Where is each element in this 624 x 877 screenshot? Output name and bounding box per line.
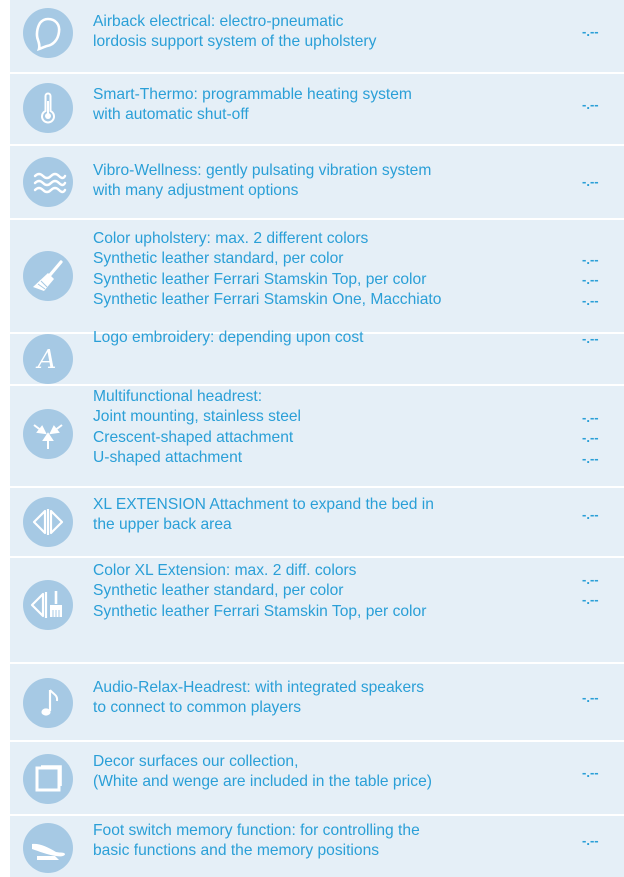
item-line: Decor surfaces our collection, xyxy=(93,753,299,770)
list-item: Airback electrical: electro-pneumatic lo… xyxy=(10,0,624,72)
item-price: -.-- xyxy=(582,24,599,39)
item-line: (White and wenge are included in the tab… xyxy=(93,773,432,791)
item-line: the upper back area xyxy=(93,516,232,534)
list-item: XL EXTENSION Attachment to expand the be… xyxy=(10,488,624,556)
vibration-waves-icon xyxy=(23,157,73,207)
item-line: Multifunctional headrest: xyxy=(93,388,263,405)
item-line: Joint mounting, stainless steel xyxy=(93,408,302,426)
item-line: Logo embroidery: depending upon cost xyxy=(93,329,364,346)
list-item: Vibro-Wellness: gently pulsating vibrati… xyxy=(10,146,624,218)
item-line: Airback electrical: electro-pneumatic xyxy=(93,13,344,30)
item-price: -.-- xyxy=(582,252,599,267)
list-item: Smart-Thermo: programmable heating syste… xyxy=(10,74,624,144)
item-price: -.-- xyxy=(582,765,599,780)
item-price: -.-- xyxy=(582,174,599,189)
item-line: to connect to common players xyxy=(93,699,302,717)
item-price: -.-- xyxy=(582,430,599,446)
item-line: lordosis support system of the upholster… xyxy=(93,33,377,51)
item-line: Synthetic leather standard, per color xyxy=(93,582,344,600)
decor-square-icon xyxy=(23,754,73,804)
airback-icon xyxy=(23,8,73,58)
list-item: Audio-Relax-Headrest: with integrated sp… xyxy=(10,664,624,740)
item-line: Crescent-shaped attachment xyxy=(93,428,294,446)
item-line: Synthetic leather Ferrari Stamskin One, … xyxy=(93,290,442,308)
item-price: -.-- xyxy=(582,507,599,522)
foot-switch-icon xyxy=(23,823,73,873)
item-line: with many adjustment options xyxy=(93,182,299,200)
item-price: -.-- xyxy=(582,292,599,308)
paint-brush-icon xyxy=(23,251,73,301)
item-price: -.-- xyxy=(582,331,599,346)
item-line: Vibro-Wellness: gently pulsating vibrati… xyxy=(93,162,432,179)
list-item: A Logo embroidery: depending upon cost -… xyxy=(10,329,624,384)
thermometer-icon xyxy=(23,83,73,133)
music-note-icon xyxy=(23,678,73,728)
item-line: U-shaped attachment xyxy=(93,448,243,466)
item-line: XL EXTENSION Attachment to expand the be… xyxy=(93,496,434,513)
item-line: with automatic shut-off xyxy=(93,106,249,124)
item-line: Foot switch memory function: for control… xyxy=(93,822,420,839)
item-price: -.-- xyxy=(582,97,599,112)
headrest-arrows-icon xyxy=(23,409,73,459)
item-price: -.-- xyxy=(582,450,599,466)
item-price: -.-- xyxy=(582,572,599,587)
item-price: -.-- xyxy=(582,690,599,705)
options-price-list: Airback electrical: electro-pneumatic lo… xyxy=(10,0,624,877)
svg-text:A: A xyxy=(36,345,57,375)
list-item: Multifunctional headrest: Joint mounting… xyxy=(10,386,624,486)
list-item: Decor surfaces our collection, (White an… xyxy=(10,742,624,814)
item-price: -.-- xyxy=(582,272,599,288)
xl-color-brush-icon xyxy=(23,580,73,630)
list-item: Color XL Extension: max. 2 diff. colors … xyxy=(10,558,624,662)
item-line: Color upholstery: max. 2 different color… xyxy=(93,230,369,247)
item-line: Synthetic leather Ferrari Stamskin Top, … xyxy=(93,270,427,288)
item-price: -.-- xyxy=(582,592,599,608)
list-item: Foot switch memory function: for control… xyxy=(10,816,624,877)
item-price: -.-- xyxy=(582,410,599,425)
xl-extension-icon xyxy=(23,497,73,547)
embroidery-letter-icon: A xyxy=(23,334,73,384)
item-line: Color XL Extension: max. 2 diff. colors xyxy=(93,562,357,579)
list-item: Color upholstery: max. 2 different color… xyxy=(10,220,624,332)
item-price: -.-- xyxy=(582,833,599,848)
item-line: Smart-Thermo: programmable heating syste… xyxy=(93,86,412,103)
item-line: Audio-Relax-Headrest: with integrated sp… xyxy=(93,679,425,696)
item-line: Synthetic leather Ferrari Stamskin Top, … xyxy=(93,602,427,620)
item-line: Synthetic leather standard, per color xyxy=(93,250,344,268)
item-line: basic functions and the memory positions xyxy=(93,842,380,860)
